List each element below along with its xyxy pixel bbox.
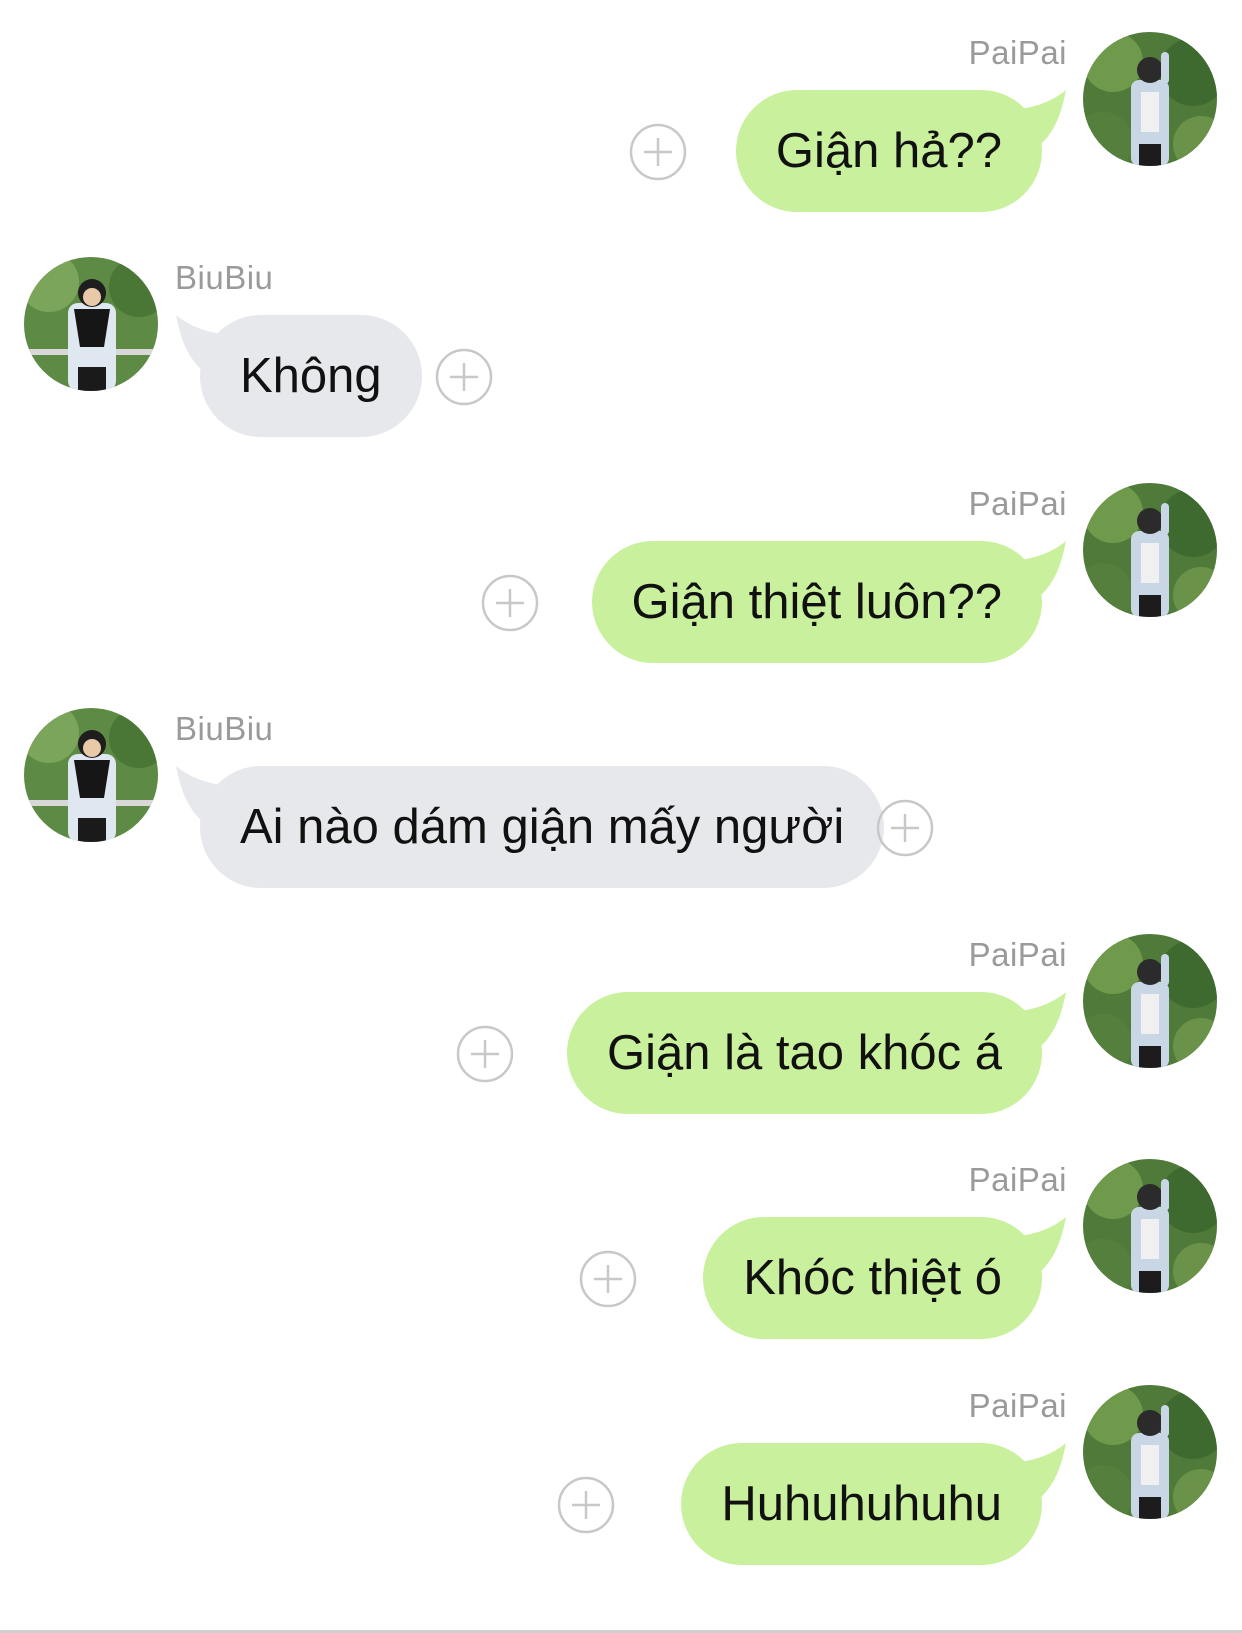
- message-bubble[interactable]: Giận hả??: [735, 90, 1066, 212]
- sender-name: PaiPai: [968, 485, 1067, 522]
- avatar-paipai[interactable]: [1083, 1159, 1217, 1293]
- message-text: Giận là tao khóc á: [607, 1026, 1002, 1080]
- message-row: PaiPai Giận hả??: [0, 32, 1242, 252]
- bubble-tail: [1004, 992, 1066, 1052]
- bubble-tail: [1004, 1217, 1066, 1277]
- message-row: PaiPai Giận thiệt luôn??: [0, 483, 1242, 703]
- sender-name: BiuBiu: [175, 710, 274, 747]
- message-text: Không: [240, 349, 382, 403]
- plus-circle-icon[interactable]: [629, 123, 687, 181]
- message-text: Giận thiệt luôn??: [631, 575, 1003, 629]
- plus-circle-icon[interactable]: [876, 799, 934, 857]
- avatar-paipai[interactable]: [1083, 32, 1217, 166]
- message-bubble[interactable]: Giận thiệt luôn??: [591, 541, 1066, 663]
- bubble-tail: [1004, 90, 1066, 150]
- avatar-paipai[interactable]: [1083, 1385, 1217, 1519]
- message-row: BiuBiu Không: [0, 257, 1242, 477]
- message-bubble[interactable]: Khóc thiệt ó: [703, 1217, 1066, 1339]
- plus-circle-icon[interactable]: [456, 1025, 514, 1083]
- message-row: PaiPai Giận là tao khóc á: [0, 934, 1242, 1154]
- avatar-biubiu[interactable]: [24, 257, 158, 391]
- message-row: PaiPai Khóc thiệt ó: [0, 1159, 1242, 1379]
- plus-circle-icon[interactable]: [557, 1476, 615, 1534]
- chat-thread: PaiPai Giận hả?? BiuBiu Không PaiPai Giậ…: [0, 0, 1242, 1633]
- plus-circle-icon[interactable]: [435, 348, 493, 406]
- message-bubble[interactable]: Huhuhuhuhu: [681, 1443, 1066, 1565]
- plus-circle-icon[interactable]: [579, 1250, 637, 1308]
- sender-name: PaiPai: [968, 1387, 1067, 1424]
- sender-name: PaiPai: [968, 1161, 1067, 1198]
- message-bubble[interactable]: Giận là tao khóc á: [567, 992, 1066, 1114]
- sender-name: PaiPai: [968, 936, 1067, 973]
- message-text: Huhuhuhuhu: [721, 1477, 1002, 1531]
- message-text: Khóc thiệt ó: [743, 1251, 1002, 1305]
- message-text: Ai nào dám giận mấy người: [240, 800, 845, 854]
- message-row: PaiPai Huhuhuhuhu: [0, 1385, 1242, 1605]
- message-bubble[interactable]: Không: [176, 315, 422, 437]
- bubble-tail: [1004, 1443, 1066, 1503]
- avatar-paipai[interactable]: [1083, 483, 1217, 617]
- bubble-tail: [176, 766, 238, 826]
- plus-circle-icon[interactable]: [481, 574, 539, 632]
- message-text: Giận hả??: [775, 124, 1002, 178]
- sender-name: PaiPai: [968, 34, 1067, 71]
- bubble-tail: [1004, 541, 1066, 601]
- avatar-biubiu[interactable]: [24, 708, 158, 842]
- message-row: BiuBiu Ai nào dám giận mấy người: [0, 708, 1242, 928]
- avatar-paipai[interactable]: [1083, 934, 1217, 1068]
- sender-name: BiuBiu: [175, 259, 274, 296]
- message-bubble[interactable]: Ai nào dám giận mấy người: [176, 766, 885, 888]
- bubble-tail: [176, 315, 238, 375]
